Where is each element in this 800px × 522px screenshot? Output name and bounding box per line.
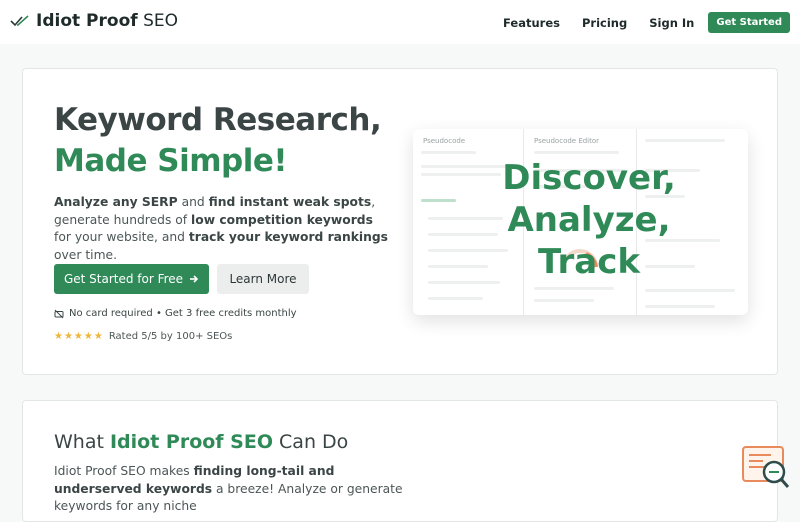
overlay-track: Track — [538, 242, 640, 282]
brand-name-bold: Idiot Proof — [36, 11, 138, 31]
nav-get-started-button[interactable]: Get Started — [708, 12, 790, 33]
brand-name-rest: SEO — [143, 11, 178, 31]
nav-link-sign-in[interactable]: Sign In — [649, 16, 694, 30]
support-chat-icon — [742, 446, 790, 488]
features-title-pre: What — [54, 431, 110, 453]
no-card-note: No card required • Get 3 free credits mo… — [54, 308, 297, 319]
support-widget[interactable] — [741, 445, 791, 490]
hero-desc-low-competition: low competition keywords — [191, 212, 373, 227]
features-title: What Idiot Proof SEO Can Do — [54, 431, 348, 453]
preview-overlay-headline: Discover, Analyze, Track — [468, 157, 710, 283]
arrow-right-icon — [190, 275, 199, 283]
hero-desc-track: track your keyword rankings — [188, 230, 388, 244]
hero-desc-text3: for your website, and — [54, 230, 189, 244]
rating-text: Rated 5/5 by 100+ SEOs — [108, 331, 233, 342]
no-card-text: No card required • Get 3 free credits mo… — [69, 308, 297, 319]
brand-name: Idiot Proof SEO — [36, 11, 178, 31]
get-started-free-button[interactable]: Get Started for Free — [54, 264, 209, 294]
star-rating-icon: ★★★★★ — [54, 331, 104, 342]
hero-title-line1: Keyword Research, — [54, 102, 382, 138]
features-title-post: Can Do — [273, 431, 349, 453]
nav-link-pricing[interactable]: Pricing — [582, 16, 627, 30]
nav-links: Features Pricing Sign In Get Started — [503, 12, 790, 33]
hero-desc-analyze: Analyze any SERP — [54, 195, 178, 209]
brand-logo[interactable]: Idiot Proof SEO — [10, 11, 178, 31]
learn-more-button[interactable]: Learn More — [217, 264, 309, 294]
preview-col1-title: Pseudocode — [423, 137, 466, 145]
double-check-icon — [10, 15, 29, 27]
hero-desc-text1: and — [177, 195, 209, 209]
rating-row: ★★★★★ Rated 5/5 by 100+ SEOs — [54, 331, 232, 342]
features-title-brand: Idiot Proof SEO — [109, 431, 273, 453]
overlay-analyze: Analyze, — [507, 200, 671, 240]
hero-description: Analyze any SERP and find instant weak s… — [54, 194, 389, 264]
overlay-discover: Discover, — [502, 158, 676, 198]
nav-link-features[interactable]: Features — [503, 16, 560, 30]
features-desc-text1: Idiot Proof SEO makes — [54, 464, 194, 478]
top-nav: Idiot Proof SEO Features Pricing Sign In… — [0, 0, 800, 44]
hero-title-line2: Made Simple! — [54, 143, 288, 179]
hero-desc-text4: over time. — [54, 247, 118, 262]
get-started-free-label: Get Started for Free — [63, 272, 184, 286]
features-description: Idiot Proof SEO makes finding long-tail … — [54, 463, 424, 516]
no-card-icon — [54, 309, 64, 318]
hero-desc-weak-spots: find instant weak spots — [208, 195, 372, 209]
features-card: What Idiot Proof SEO Can Do Idiot Proof … — [22, 400, 778, 522]
preview-col2-title: Pseudocode Editor — [534, 137, 600, 145]
